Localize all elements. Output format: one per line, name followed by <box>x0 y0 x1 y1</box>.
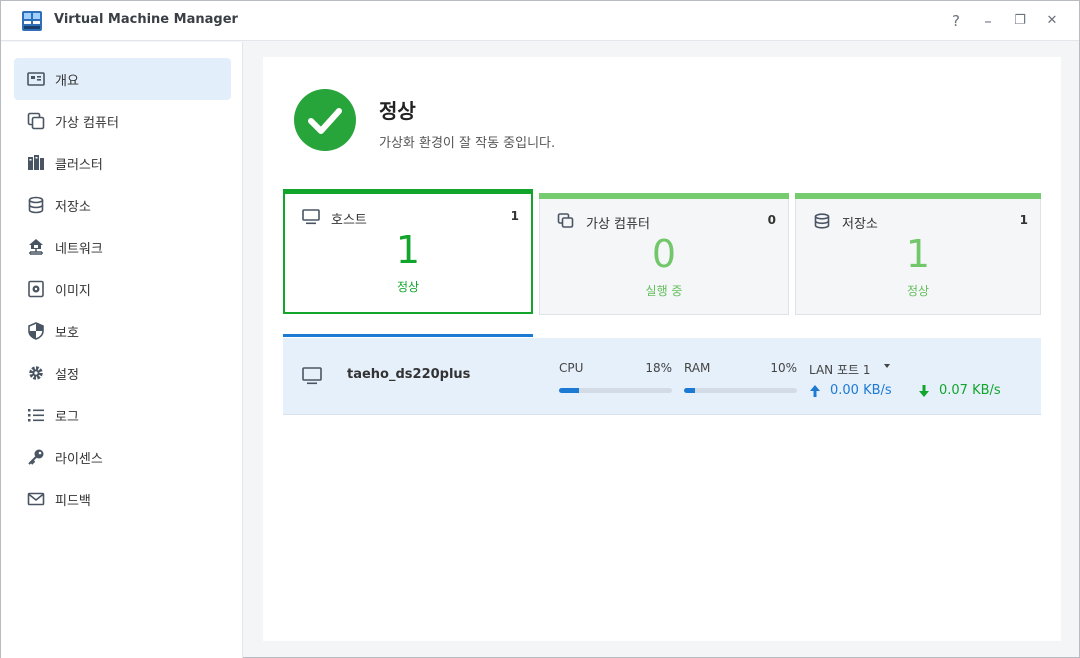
selected-card-pointer <box>403 328 415 334</box>
sidebar-item-feedback[interactable]: 피드백 <box>14 478 231 520</box>
app-window: Virtual Machine Manager ? – ❐ ✕ 개요 가상 컴퓨… <box>0 0 1080 658</box>
sidebar-item-label: 개요 <box>55 74 79 89</box>
monitor-icon <box>302 209 320 225</box>
card-big-number: 1 <box>905 232 931 276</box>
download-arrow-icon <box>919 385 929 397</box>
sidebar-item-label: 클러스터 <box>55 158 103 173</box>
selected-tab-indicator <box>283 334 533 337</box>
virtual-machine-icon <box>27 112 45 130</box>
sidebar-item-label: 네트워크 <box>55 242 103 257</box>
card-label: 호스트 <box>331 213 367 228</box>
sidebar-item-label: 저장소 <box>55 200 91 215</box>
host-summary-card[interactable]: 호스트 1 1 정상 <box>283 189 533 314</box>
mail-icon <box>27 492 45 506</box>
window-title: Virtual Machine Manager <box>54 12 238 27</box>
upload-arrow-icon <box>810 385 820 397</box>
overview-panel: 정상 가상화 환경이 잘 작동 중입니다. 호스트 1 1 정상 가상 컴퓨터 … <box>263 57 1061 641</box>
card-top-bar <box>539 193 789 199</box>
sidebar-item-image[interactable]: 이미지 <box>14 268 231 310</box>
card-label: 저장소 <box>842 217 878 232</box>
sidebar-item-protection[interactable]: 보호 <box>14 310 231 352</box>
card-count: 1 <box>510 209 519 223</box>
network-icon <box>29 239 43 255</box>
shield-icon <box>28 322 44 340</box>
card-count: 0 <box>767 213 776 227</box>
ram-usage-bar <box>684 388 797 393</box>
cluster-icon <box>28 155 44 170</box>
log-list-icon <box>28 409 44 422</box>
sidebar-item-label: 라이센스 <box>55 452 103 467</box>
storage-summary-card[interactable]: 저장소 1 1 정상 <box>795 193 1041 315</box>
host-row[interactable]: taeho_ds220plus CPU 18% RAM 10% LAN 포트 1… <box>283 338 1041 415</box>
card-top-bar <box>795 193 1041 199</box>
sidebar-item-label: 가상 컴퓨터 <box>55 116 119 131</box>
minimize-icon[interactable]: – <box>978 11 998 31</box>
title-bar[interactable]: Virtual Machine Manager ? – ❐ ✕ <box>1 1 1079 41</box>
card-label: 가상 컴퓨터 <box>586 217 650 232</box>
card-status: 실행 중 <box>645 284 683 298</box>
sidebar-item-label: 이미지 <box>55 284 91 299</box>
monitor-icon <box>302 367 322 385</box>
upload-speed: 0.00 KB/s <box>830 383 892 398</box>
close-icon[interactable]: ✕ <box>1042 11 1062 31</box>
card-big-number: 0 <box>651 232 677 276</box>
sidebar-item-cluster[interactable]: 클러스터 <box>14 142 231 184</box>
card-status: 정상 <box>906 284 930 298</box>
sidebar-item-overview[interactable]: 개요 <box>14 58 231 100</box>
overview-icon <box>27 72 45 86</box>
gear-icon <box>29 366 43 380</box>
chevron-down-icon[interactable] <box>884 364 890 368</box>
download-speed: 0.07 KB/s <box>939 383 1001 398</box>
card-count: 1 <box>1019 213 1028 227</box>
vmm-app-icon <box>22 11 42 31</box>
restore-icon[interactable]: ❐ <box>1010 11 1030 31</box>
storage-icon <box>28 196 44 214</box>
card-status: 정상 <box>396 280 420 294</box>
sidebar-item-label: 보호 <box>55 326 79 341</box>
ram-percent: 10% <box>770 361 797 375</box>
status-description: 가상화 환경이 잘 작동 중입니다. <box>379 136 556 151</box>
ram-label: RAM <box>684 361 711 375</box>
storage-icon <box>814 213 830 229</box>
sidebar-item-license[interactable]: 라이센스 <box>14 436 231 478</box>
sidebar-item-label: 피드백 <box>55 494 91 509</box>
sidebar-item-storage[interactable]: 저장소 <box>14 184 231 226</box>
sidebar-item-virtual-machines[interactable]: 가상 컴퓨터 <box>14 100 231 142</box>
cpu-usage-fill <box>559 388 580 393</box>
cpu-label: CPU <box>559 361 584 375</box>
cpu-percent: 18% <box>645 361 672 375</box>
sidebar-item-log[interactable]: 로그 <box>14 394 231 436</box>
lan-port-dropdown[interactable]: LAN 포트 1 <box>809 361 871 378</box>
sidebar-item-network[interactable]: 네트워크 <box>14 226 231 268</box>
vm-summary-card[interactable]: 가상 컴퓨터 0 0 실행 중 <box>539 193 789 315</box>
status-ok-indicator <box>294 89 356 151</box>
cpu-usage-bar <box>559 388 672 393</box>
sidebar: 개요 가상 컴퓨터 클러스터 저장소 네트워크 이미지 보호 설정 로그 라이센… <box>1 42 243 658</box>
sidebar-item-label: 설정 <box>55 368 79 383</box>
card-big-number: 1 <box>395 228 421 272</box>
virtual-machine-icon <box>557 213 574 228</box>
status-title: 정상 <box>379 99 416 123</box>
image-icon <box>28 280 44 298</box>
sidebar-item-settings[interactable]: 설정 <box>14 352 231 394</box>
sidebar-item-label: 로그 <box>55 410 79 425</box>
checkmark-icon <box>308 108 342 134</box>
host-name: taeho_ds220plus <box>347 367 471 382</box>
key-icon <box>28 449 44 465</box>
ram-usage-fill <box>684 388 696 393</box>
help-icon[interactable]: ? <box>946 11 966 31</box>
